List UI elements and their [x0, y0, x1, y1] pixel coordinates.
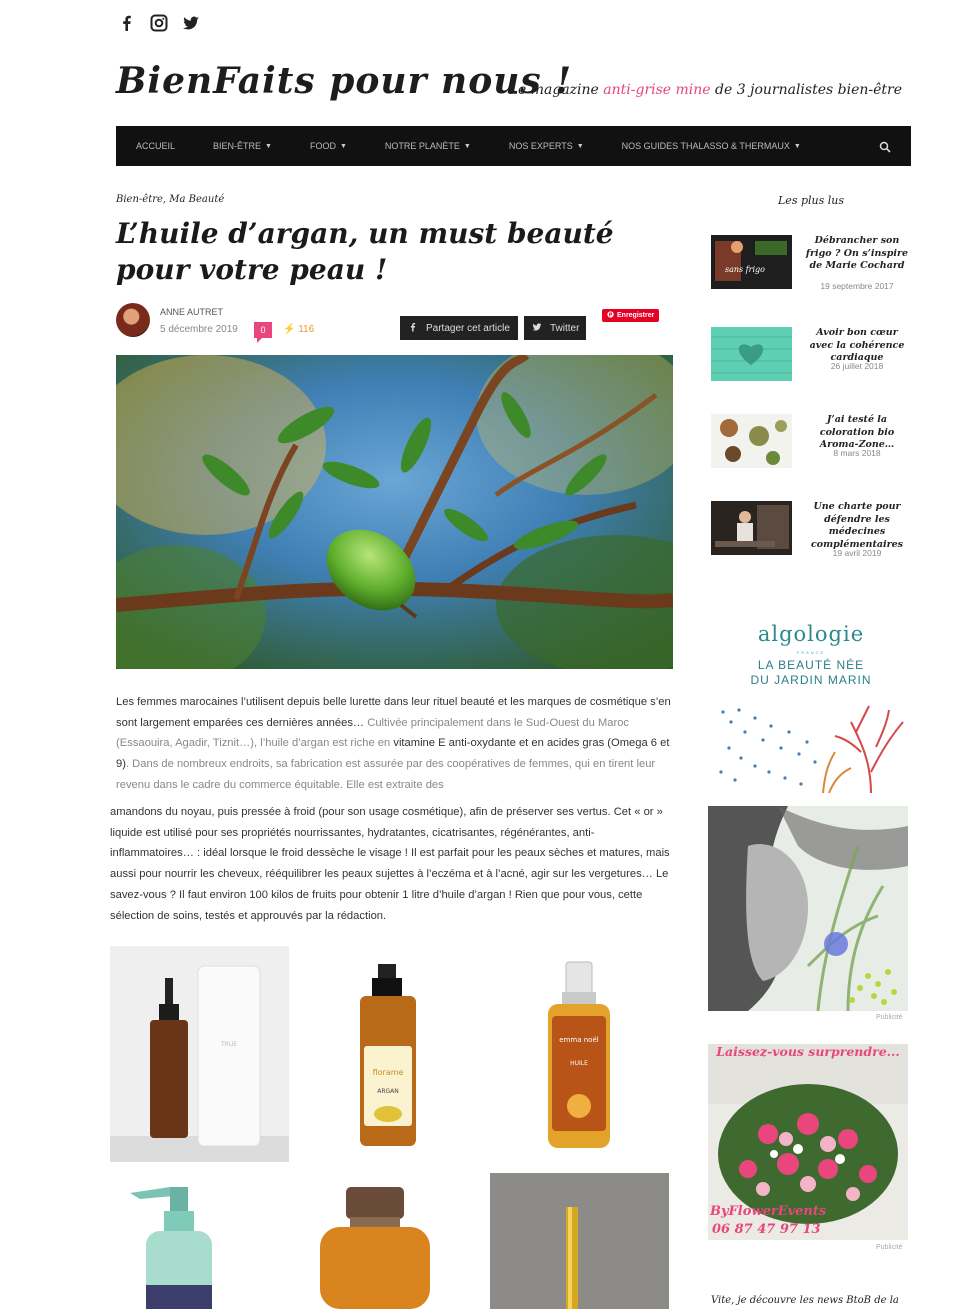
tagline-accent: anti-grise mine — [603, 82, 711, 98]
share-twitter-label: Twitter — [550, 322, 580, 334]
caret-down-icon: ▼ — [339, 142, 347, 150]
pinterest-save-button[interactable]: P Enregistrer — [602, 309, 660, 322]
nav-item-bien-etre[interactable]: BIEN-ÊTRE ▼ — [193, 141, 272, 151]
nav-item-label: BIEN-ÊTRE — [213, 141, 262, 151]
nav-item-accueil[interactable]: ACCUEIL — [116, 141, 175, 151]
nav-item-label: FOOD — [309, 141, 336, 151]
popular-post-thumbnail[interactable] — [711, 327, 792, 381]
popular-post[interactable]: Une charte pour défendre les médecines c… — [711, 501, 911, 558]
comment-count-badge[interactable]: 0 — [254, 322, 272, 343]
nav-item-nos-experts[interactable]: NOS EXPERTS ▼ — [489, 141, 584, 151]
popular-post-date: 19 avril 2019 — [832, 548, 882, 558]
ad-label: Publicité — [876, 1244, 903, 1251]
popular-post-title[interactable]: Débrancher son frigo ? On s’inspire de M… — [803, 235, 911, 273]
search-icon[interactable] — [879, 140, 891, 153]
popular-post-date: 8 mars 2018 — [833, 448, 881, 458]
nav-item-label: NOTRE PLANÈTE — [384, 141, 460, 151]
ad-line-1: LA BEAUTÉ NÉE — [757, 658, 865, 672]
breadcrumb[interactable]: Bien-être, Ma Beauté — [116, 194, 224, 205]
product-label: florame — [372, 1068, 404, 1077]
view-count-value: 116 — [298, 324, 315, 335]
caret-down-icon: ▼ — [793, 142, 801, 150]
hero-image — [116, 355, 673, 669]
ad-banner-algologie[interactable]: algologie FRANCE LA BEAUTÉ NÉE DU JARDIN… — [711, 618, 911, 793]
author-avatar[interactable] — [116, 303, 150, 337]
thumb-caption: sans frigo — [725, 265, 765, 274]
ad-brand-sub: FRANCE — [796, 650, 826, 655]
product-sublabel: ARGAN — [377, 1088, 399, 1095]
popular-post[interactable]: J’ai testé la coloration bio Aroma-Zone…… — [711, 414, 911, 470]
popular-post[interactable]: Avoir bon cœur avec la cohérence cardiaq… — [711, 327, 911, 383]
article-intro: Les femmes marocaines l’utilisent depuis… — [116, 692, 676, 796]
sidebar-teaser[interactable]: Vite, je découvre les news BtoB de la — [711, 1295, 899, 1306]
caret-down-icon: ▼ — [265, 142, 272, 150]
site-tagline: Le magazine anti-grise mine de 3 journal… — [509, 82, 902, 98]
instagram-icon[interactable] — [150, 14, 168, 32]
author-name[interactable]: ANNE AUTRET — [160, 307, 223, 317]
ad-brand: algologie — [757, 622, 865, 646]
view-count: ⚡ 116 — [283, 324, 314, 335]
caret-down-icon: ▼ — [463, 142, 471, 150]
popular-post[interactable]: sans frigo Débrancher son frigo ? On s’i… — [711, 235, 911, 291]
ad-phone: 06 87 47 97 13 — [712, 1222, 821, 1237]
ad-label: Publicité — [876, 1014, 903, 1021]
social-links — [118, 14, 200, 32]
product-image-florame[interactable]: florame ARGAN — [300, 946, 480, 1162]
article-body: amandons du noyau, puis pressée à froid … — [110, 806, 670, 922]
pinterest-save-label: Enregistrer — [617, 312, 655, 319]
share-facebook-label: Partager cet article — [426, 322, 510, 334]
popular-post-title[interactable]: Avoir bon cœur avec la cohérence cardiaq… — [803, 327, 911, 365]
product-sublabel: HUILE — [570, 1060, 588, 1067]
site-logo[interactable]: BienFaits pour nous ! — [116, 60, 572, 102]
bolt-icon: ⚡ — [283, 324, 296, 335]
ad-brand: ByFlowerEvents — [710, 1204, 827, 1219]
svg-text:P: P — [609, 312, 613, 318]
popular-post-thumbnail[interactable] — [711, 414, 792, 468]
nav-item-label: ACCUEIL — [136, 141, 176, 151]
facebook-icon — [408, 322, 418, 335]
product-image-orange-bottle[interactable] — [300, 1173, 480, 1309]
ad-banner-portrait[interactable] — [708, 806, 908, 1011]
article-date: 5 décembre 2019 — [160, 324, 238, 335]
product-label: TRUE — [220, 1041, 238, 1048]
ad-banner-byflowerevents[interactable]: Laissez-vous surprendre... ByFlowerEvent… — [708, 1044, 908, 1240]
popular-post-thumbnail[interactable] — [711, 501, 792, 555]
share-twitter-button[interactable]: Twitter — [524, 316, 586, 340]
popular-post-date: 19 septembre 2017 — [820, 281, 894, 291]
pinterest-icon: P — [607, 311, 614, 320]
article-title: L’huile d’argan, un must beauté pour vot… — [116, 217, 614, 286]
nav-item-label: NOS EXPERTS — [508, 141, 573, 151]
tagline-post: de 3 journalistes bien-être — [710, 82, 902, 98]
popular-posts-title: Les plus lus — [778, 194, 844, 207]
nav-item-food[interactable]: FOOD ▼ — [290, 141, 347, 151]
product-label: emma noël — [559, 1036, 599, 1044]
caret-down-icon: ▼ — [576, 142, 584, 150]
popular-post-title[interactable]: Une charte pour défendre les médecines c… — [803, 501, 911, 551]
popular-post-title[interactable]: J’ai testé la coloration bio Aroma-Zone… — [803, 414, 911, 452]
popular-post-date: 26 juillet 2018 — [830, 361, 884, 371]
product-image-emma-noel[interactable]: emma noël HUILE — [490, 946, 669, 1162]
nav-item-notre-planete[interactable]: NOTRE PLANÈTE ▼ — [365, 141, 471, 151]
share-facebook-button[interactable]: Partager cet article — [400, 316, 518, 340]
ad-headline: Laissez-vous surprendre... — [716, 1044, 900, 1059]
popular-post-thumbnail[interactable]: sans frigo — [711, 235, 792, 289]
product-image-pump-bottle[interactable] — [110, 1173, 289, 1309]
intro-part-4: . Dans de nombreux endroits, sa fabricat… — [116, 758, 656, 791]
product-image-gold-bottle[interactable] — [490, 1173, 669, 1309]
product-image-true[interactable]: TRUE — [110, 946, 289, 1162]
ad-line-2: DU JARDIN MARIN — [750, 673, 872, 687]
nav-item-label: NOS GUIDES THALASSO & THERMAUX — [621, 141, 790, 151]
tagline-pre: Le magazine — [508, 82, 604, 98]
nav-item-guides[interactable]: NOS GUIDES THALASSO & THERMAUX ▼ — [602, 141, 801, 151]
facebook-icon[interactable] — [118, 14, 136, 32]
twitter-icon[interactable] — [182, 14, 200, 32]
main-nav: ACCUEIL BIEN-ÊTRE ▼ FOOD ▼ NOTRE PLANÈTE ▼ … — [116, 126, 911, 166]
twitter-icon — [532, 322, 542, 335]
